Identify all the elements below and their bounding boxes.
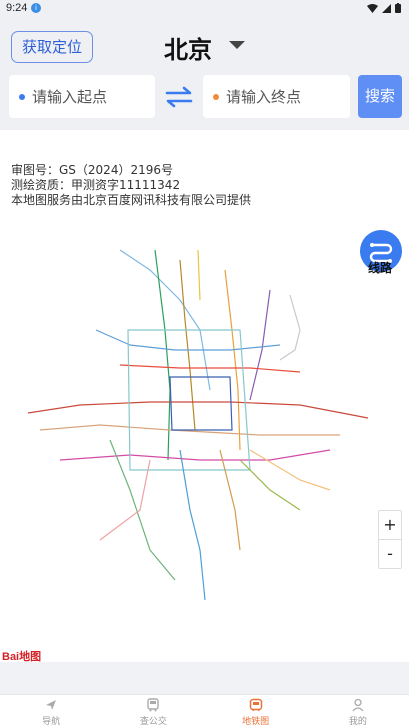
notification-icon: i: [31, 3, 41, 13]
subway-map[interactable]: 审图号：GS（2024）2196号 测绘资质：甲测资字11111342 本地图服…: [0, 130, 409, 663]
start-input[interactable]: 请输入起点: [9, 75, 155, 118]
start-dot-icon: [19, 93, 25, 100]
status-time: 9:24: [6, 2, 28, 14]
end-input[interactable]: 请输入终点: [203, 75, 350, 118]
subway-network: [27, 249, 369, 601]
end-placeholder: 请输入终点: [226, 88, 302, 106]
start-placeholder: 请输入起点: [32, 88, 108, 106]
bus-icon: [147, 698, 160, 712]
navigation-icon: [46, 700, 57, 710]
zoom-controls: + -: [378, 510, 402, 569]
search-button[interactable]: 搜索: [358, 75, 402, 118]
city-selector[interactable]: 北京: [164, 30, 212, 65]
tab-label: 导航: [42, 717, 61, 727]
zoom-in-button[interactable]: +: [379, 511, 401, 539]
bottom-tab-bar: 导航 查公交 地铁图 我的: [0, 694, 409, 727]
tab-bus[interactable]: 查公交: [102, 695, 204, 727]
wifi-icon: [367, 3, 378, 13]
user-icon: [352, 698, 364, 712]
tab-subway[interactable]: 地铁图: [205, 695, 307, 727]
subway-icon: [249, 698, 262, 712]
tab-label: 地铁图: [242, 717, 270, 727]
tab-navigation[interactable]: 导航: [0, 695, 102, 727]
battery-icon: [395, 3, 401, 13]
end-dot-icon: [213, 93, 219, 100]
bottom-spacer: [0, 662, 409, 694]
tab-profile[interactable]: 我的: [307, 695, 409, 727]
status-bar: 9:24 i: [0, 0, 409, 18]
tab-label: 查公交: [139, 717, 167, 727]
swap-icon[interactable]: [163, 84, 195, 110]
zoom-out-button[interactable]: -: [379, 540, 401, 568]
chevron-down-icon[interactable]: [229, 41, 245, 49]
header-area: 9:24 i 获取定位 北京 请输入起点 请输入终点 搜索: [0, 0, 409, 130]
get-location-button[interactable]: 获取定位: [11, 31, 93, 63]
route-label: 线路: [368, 261, 393, 275]
signal-icon: [382, 3, 391, 13]
route-button[interactable]: 线路: [360, 230, 404, 275]
tab-label: 我的: [348, 717, 367, 727]
status-icons: [367, 3, 401, 13]
